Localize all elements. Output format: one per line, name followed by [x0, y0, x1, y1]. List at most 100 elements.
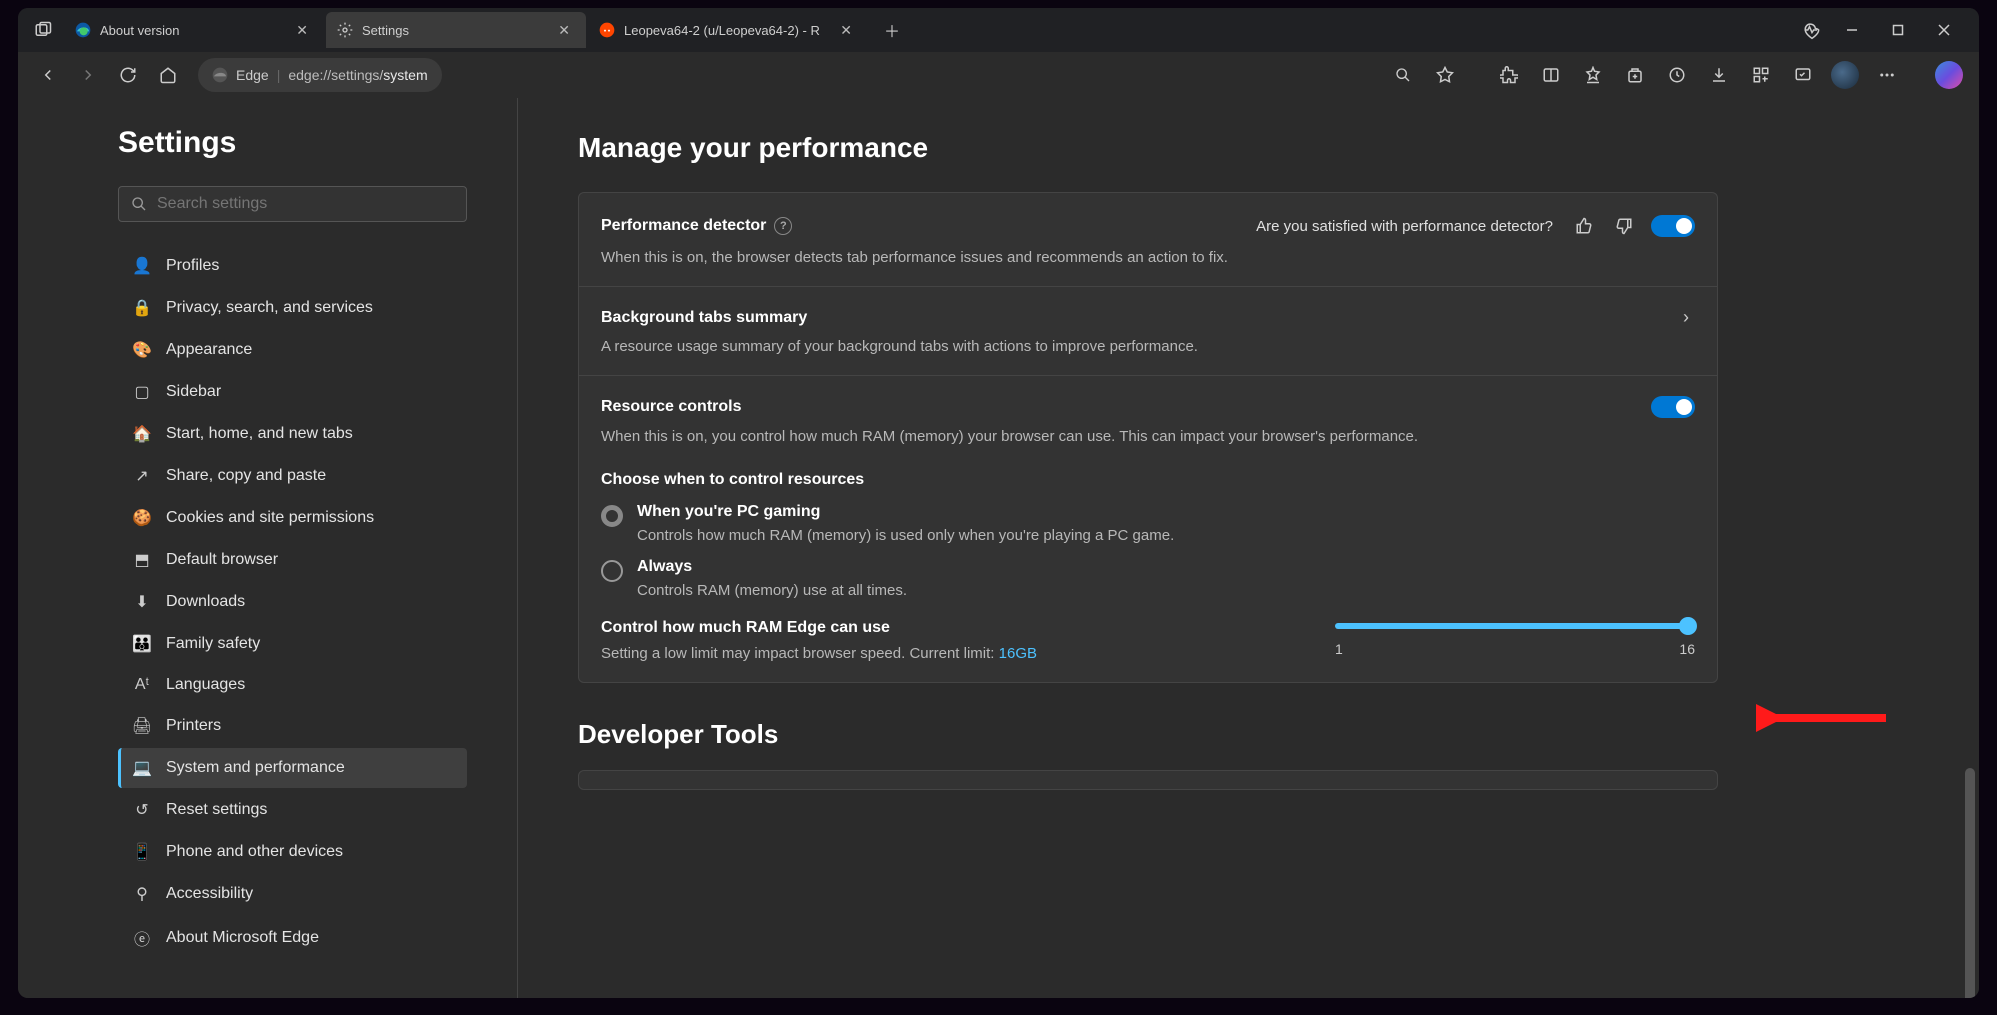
performance-detector-row: Performance detector ? Are you satisfied…: [579, 193, 1717, 286]
sidebar-item-privacy-search-and-services[interactable]: 🔒Privacy, search, and services: [118, 288, 467, 328]
browser-essentials-icon[interactable]: [1785, 57, 1821, 93]
background-tabs-row[interactable]: Background tabs summary › A resource usa…: [579, 286, 1717, 375]
copilot-icon[interactable]: [1931, 57, 1967, 93]
nav-label: Family safety: [166, 635, 260, 653]
addr-url: edge://settings/system: [288, 67, 427, 83]
search-settings[interactable]: [118, 186, 467, 222]
nav-icon: 🍪: [132, 508, 152, 528]
nav-label: Share, copy and paste: [166, 467, 326, 485]
close-icon[interactable]: ✕: [554, 20, 574, 41]
address-bar[interactable]: Edge | edge://settings/system: [198, 58, 442, 92]
sidebar-item-phone-and-other-devices[interactable]: 📱Phone and other devices: [118, 832, 467, 872]
nav-icon: 👤: [132, 256, 152, 276]
close-icon[interactable]: ✕: [836, 20, 856, 41]
row-desc: When this is on, the browser detects tab…: [601, 249, 1695, 266]
nav-label: Default browser: [166, 551, 278, 569]
nav-label: Printers: [166, 717, 221, 735]
ram-slider[interactable]: 1 16: [1335, 619, 1695, 657]
search-icon: [131, 196, 147, 212]
sidebar-item-accessibility[interactable]: ⚲Accessibility: [118, 874, 467, 914]
nav-label: Start, home, and new tabs: [166, 425, 353, 443]
titlebar: About version ✕ Settings ✕ Leopeva64-2 (…: [18, 8, 1979, 52]
sidebar-item-start-home-and-new-tabs[interactable]: 🏠Start, home, and new tabs: [118, 414, 467, 454]
scrollbar[interactable]: [1965, 768, 1975, 998]
resource-controls-toggle[interactable]: [1651, 396, 1695, 418]
nav-icon: 👪: [132, 634, 152, 654]
favorite-icon[interactable]: [1427, 57, 1463, 93]
more-menu-icon[interactable]: [1869, 57, 1905, 93]
info-icon[interactable]: ?: [774, 217, 792, 235]
nav-icon: ⬒: [132, 550, 152, 570]
back-button[interactable]: [30, 57, 66, 93]
performance-card: Performance detector ? Are you satisfied…: [578, 192, 1718, 683]
tab-title: Leopeva64-2 (u/Leopeva64-2) - R: [624, 23, 828, 38]
sidebar-item-family-safety[interactable]: 👪 Family safety: [118, 624, 467, 664]
sidebar-item-reset-settings[interactable]: ↺Reset settings: [118, 790, 467, 830]
zoom-icon[interactable]: [1385, 57, 1421, 93]
settings-sidebar: Settings 👤Profiles🔒Privacy, search, and …: [18, 98, 518, 998]
edge-favicon: [74, 21, 92, 39]
choose-when-heading: Choose when to control resources: [601, 471, 1695, 489]
sidebar-item-about-microsoft-edge[interactable]: ⓔAbout Microsoft Edge: [118, 916, 467, 960]
forward-button[interactable]: [70, 57, 106, 93]
close-icon[interactable]: ✕: [292, 20, 312, 41]
nav-icon: ⬇: [132, 592, 152, 612]
thumbs-down-icon[interactable]: [1611, 213, 1637, 239]
collections-icon[interactable]: [1617, 57, 1653, 93]
sidebar-item-profiles[interactable]: 👤Profiles: [118, 246, 467, 286]
split-screen-icon[interactable]: [1533, 57, 1569, 93]
main-panel: Manage your performance Performance dete…: [518, 98, 1979, 998]
history-icon[interactable]: [1659, 57, 1695, 93]
sidebar-item-printers[interactable]: 🖨Printers: [118, 706, 467, 746]
radio-icon[interactable]: [601, 505, 623, 527]
minimize-button[interactable]: [1829, 13, 1875, 47]
edge-icon: [212, 67, 228, 83]
tab-title: Settings: [362, 23, 546, 38]
radio-pc-gaming[interactable]: When you're PC gaming Controls how much …: [601, 503, 1695, 544]
row-desc: When this is on, you control how much RA…: [601, 428, 1695, 445]
tab-reddit[interactable]: Leopeva64-2 (u/Leopeva64-2) - R ✕: [588, 12, 868, 48]
sidebar-item-default-browser[interactable]: ⬒ Default browser: [118, 540, 467, 580]
radio-icon[interactable]: [601, 560, 623, 582]
sidebar-item-cookies-and-site-permissions[interactable]: 🍪Cookies and site permissions: [118, 498, 467, 538]
nav-icon: 🎨: [132, 340, 152, 360]
profile-avatar[interactable]: [1827, 57, 1863, 93]
radio-always[interactable]: Always Controls RAM (memory) use at all …: [601, 558, 1695, 599]
thumbs-up-icon[interactable]: [1571, 213, 1597, 239]
row-title: Resource controls: [601, 398, 741, 416]
sidebar-item-languages[interactable]: AᵗLanguages: [118, 666, 467, 704]
favorites-bar-icon[interactable]: [1575, 57, 1611, 93]
ram-limit-link[interactable]: 16GB: [999, 645, 1037, 662]
refresh-button[interactable]: [110, 57, 146, 93]
maximize-button[interactable]: [1875, 13, 1921, 47]
home-button[interactable]: [150, 57, 186, 93]
nav-label: Languages: [166, 676, 245, 694]
performance-icon[interactable]: [1795, 13, 1829, 47]
sidebar-item-system-and-performance[interactable]: 💻System and performance: [118, 748, 467, 788]
downloads-icon[interactable]: [1701, 57, 1737, 93]
resource-controls-row: Resource controls When this is on, you c…: [579, 375, 1717, 682]
extensions-icon[interactable]: [1491, 57, 1527, 93]
apps-icon[interactable]: [1743, 57, 1779, 93]
nav-label: Reset settings: [166, 801, 267, 819]
search-input[interactable]: [157, 195, 454, 213]
nav-icon: ⓔ: [132, 926, 152, 950]
nav-icon: 📱: [132, 842, 152, 862]
tab-about-version[interactable]: About version ✕: [64, 12, 324, 48]
tab-settings[interactable]: Settings ✕: [326, 12, 586, 48]
perf-detector-toggle[interactable]: [1651, 215, 1695, 237]
sidebar-item-sidebar[interactable]: ▢Sidebar: [118, 372, 467, 412]
close-button[interactable]: [1921, 13, 1967, 47]
sidebar-item-downloads[interactable]: ⬇Downloads: [118, 582, 467, 622]
sidebar-item-appearance[interactable]: 🎨Appearance: [118, 330, 467, 370]
radio-desc: Controls RAM (memory) use at all times.: [637, 582, 907, 599]
toolbar: Edge | edge://settings/system: [18, 52, 1979, 98]
new-tab-button[interactable]: ＋: [876, 14, 908, 46]
slider-thumb[interactable]: [1679, 617, 1697, 635]
row-title: Background tabs summary: [601, 309, 807, 327]
sidebar-item-share-copy-and-paste[interactable]: ↗Share, copy and paste: [118, 456, 467, 496]
tab-well: About version ✕ Settings ✕ Leopeva64-2 (…: [60, 12, 1795, 48]
reddit-favicon: [598, 21, 616, 39]
tab-actions-button[interactable]: [26, 13, 60, 47]
nav-label: System and performance: [166, 759, 345, 777]
